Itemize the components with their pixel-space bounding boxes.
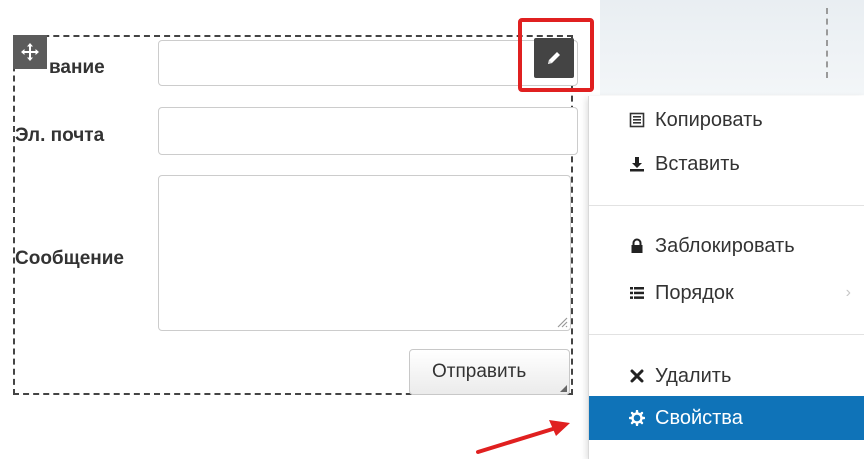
lock-icon	[625, 238, 649, 254]
menu-item-delete[interactable]: Удалить	[589, 354, 864, 398]
email-field[interactable]	[158, 107, 578, 155]
background-panel	[600, 0, 864, 95]
list-icon	[625, 285, 649, 301]
close-icon	[625, 368, 649, 384]
name-field[interactable]	[158, 40, 578, 86]
name-label: вание	[49, 57, 105, 78]
paste-icon	[625, 156, 649, 172]
message-label: Сообщение	[15, 248, 124, 269]
menu-item-lock[interactable]: Заблокировать	[589, 224, 864, 268]
menu-separator	[589, 205, 864, 206]
highlight-frame	[518, 18, 594, 92]
menu-item-paste[interactable]: Вставить	[589, 142, 864, 186]
message-field[interactable]	[158, 175, 571, 331]
button-resize-icon[interactable]	[556, 381, 568, 393]
menu-item-order[interactable]: Порядок ›	[589, 271, 864, 315]
move-handle[interactable]	[13, 35, 47, 69]
background-dashed-guide	[826, 8, 828, 78]
submit-button[interactable]: Отправить	[409, 349, 570, 395]
menu-item-properties[interactable]: Свойства	[589, 396, 864, 440]
email-label: Эл. почта	[15, 125, 105, 146]
copy-icon	[625, 112, 649, 128]
menu-separator	[589, 334, 864, 335]
move-icon	[21, 43, 39, 61]
textarea-resize-icon[interactable]	[556, 316, 568, 328]
gear-icon	[625, 410, 649, 426]
chevron-right-icon: ›	[845, 284, 851, 301]
menu-item-copy[interactable]: Копировать	[589, 98, 864, 142]
context-menu: Копировать Вставить Заблокировать Порядо…	[588, 96, 864, 459]
